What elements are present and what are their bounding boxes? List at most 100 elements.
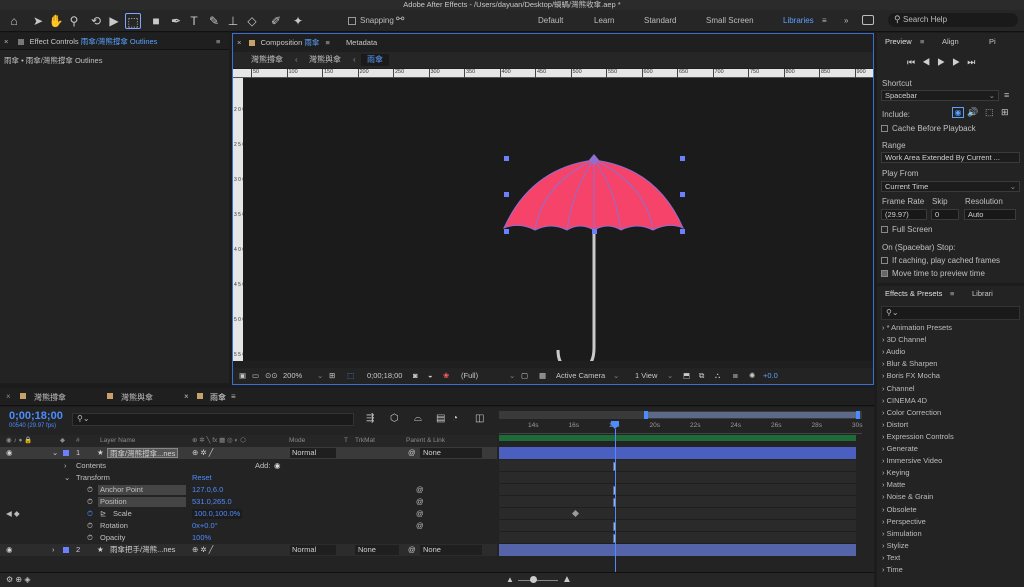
region-of-interest-icon[interactable]: ⬚ — [347, 368, 354, 384]
video-camera-icon[interactable]: ▶ — [106, 13, 122, 29]
effect-category-item[interactable]: › Stylize — [882, 541, 909, 550]
parent-select[interactable]: None — [420, 545, 482, 555]
next-frame-icon[interactable]: ▶ — [952, 57, 967, 67]
full-screen-checkbox[interactable] — [881, 226, 888, 234]
camera-snapshot-icon[interactable]: ◙ — [413, 368, 418, 384]
panel-menu-icon[interactable]: ≡ — [231, 392, 236, 401]
fast-previews-icon[interactable]: ▢ — [521, 368, 528, 384]
effect-category-item[interactable]: › Audio — [882, 347, 905, 356]
expression-pick-whip-icon[interactable]: @ — [416, 484, 424, 496]
brush-tool-icon[interactable]: ✎ — [206, 13, 222, 29]
draft-3d-icon[interactable]: ⬡ — [390, 413, 399, 424]
property-value[interactable]: 127.0,6.0 — [192, 484, 223, 496]
property-value[interactable]: 0x+0.0° — [192, 520, 218, 532]
hand-tool-icon[interactable]: ✋ — [48, 13, 64, 29]
rectangle-tool-icon[interactable]: ■ — [148, 13, 164, 29]
zoom-slider[interactable] — [518, 580, 558, 581]
puppet-pin-icon[interactable]: ✦ — [290, 13, 306, 29]
resolution-select[interactable]: Auto — [964, 209, 1016, 220]
panel-menu-icon[interactable]: ≡ — [325, 38, 329, 47]
type-tool-icon[interactable]: T — [186, 13, 202, 29]
graph-editor-icon[interactable]: ◫ — [475, 413, 484, 424]
always-preview-icon[interactable]: ▣ — [239, 368, 246, 384]
play-from-select[interactable]: Current Time ⌄ — [881, 181, 1020, 192]
layer-name[interactable]: 雨傘把手/灣熊...nes — [110, 544, 175, 556]
shy-layers-icon[interactable]: ⌓ — [414, 413, 422, 424]
home-icon[interactable]: ⌂ — [6, 13, 22, 29]
reset-exposure-icon[interactable]: ✺ — [749, 368, 755, 384]
metadata-tab[interactable]: Metadata — [346, 38, 377, 47]
libraries-tab[interactable]: Librari — [972, 286, 993, 302]
timeline-tab-1[interactable]: 灣熊撐傘 — [34, 392, 66, 403]
pick-whip-icon[interactable]: @ — [408, 447, 416, 459]
vr-glasses-icon[interactable]: ⊙⊙ — [265, 368, 278, 384]
trkmat-select[interactable]: None — [355, 545, 399, 555]
effect-category-item[interactable]: › Obsolete — [882, 505, 917, 514]
view-layout-select[interactable]: 1 View — [635, 368, 657, 384]
include-audio-icon[interactable]: 🔊 — [967, 107, 978, 118]
effect-category-item[interactable]: › Matte — [882, 480, 905, 489]
effect-category-item[interactable]: › Expression Controls — [882, 432, 954, 441]
previous-frame-icon[interactable]: ◀ — [922, 57, 937, 67]
selection-tool-icon[interactable]: ➤ — [30, 13, 46, 29]
skip-select[interactable]: 0 — [931, 209, 959, 220]
stopwatch-icon[interactable]: ⏱ — [87, 496, 93, 508]
resolution-select[interactable]: (Full) — [461, 368, 478, 384]
composition-viewer[interactable] — [243, 78, 873, 372]
property-row-scale[interactable]: ◀ ◆ ⏱ ⊵ Scale 100.0,100.0% @ — [0, 508, 497, 520]
shortcut-select[interactable]: Spacebar ⌄ — [881, 90, 999, 101]
effect-category-item[interactable]: › Immersive Video — [882, 456, 942, 465]
color-channels-icon[interactable]: ❀ — [443, 368, 449, 384]
effect-category-item[interactable]: › Boris FX Mocha — [882, 371, 940, 380]
3d-renderer-icon[interactable]: ⧈ — [733, 368, 738, 384]
mode-select[interactable]: Normal — [290, 448, 336, 458]
exposure-value[interactable]: +0.0 — [763, 368, 778, 384]
effect-category-item[interactable]: › Keying — [882, 468, 910, 477]
show-snapshot-icon[interactable]: ◒ — [428, 368, 433, 384]
panel-menu-icon[interactable]: ≡ — [950, 286, 954, 302]
layer-switches-icons[interactable]: ⊕ ✲ ╱ — [192, 447, 213, 459]
include-video-icon[interactable]: ◉ — [952, 107, 964, 118]
effects-presets-tab[interactable]: Effects & Presets — [885, 286, 942, 302]
time-ruler[interactable]: 14s16s18s20s22s24s26s28s30s — [499, 420, 862, 434]
property-row-rotation[interactable]: ⏱ Rotation 0x+0.0° @ — [0, 520, 497, 532]
visibility-eye-icon[interactable]: ◉ — [6, 447, 13, 459]
flowchart-icon[interactable]: ⛬ — [715, 368, 720, 384]
layer-duration-bar[interactable] — [499, 447, 856, 459]
breadcrumb-item-3[interactable]: 雨傘 — [361, 54, 389, 66]
workspace-libraries[interactable]: Libraries — [783, 10, 814, 32]
mode-select[interactable]: Normal — [290, 545, 336, 555]
property-row-position[interactable]: ⏱ Position 531.0,265.0 @ — [0, 496, 497, 508]
property-row-opacity[interactable]: ⏱ Opacity 100% — [0, 532, 497, 544]
if-caching-checkbox[interactable] — [881, 257, 888, 265]
close-icon[interactable]: × — [184, 392, 189, 401]
preview-tab[interactable]: Preview — [885, 33, 912, 51]
layer-search-input[interactable]: ⚲⌄ — [72, 413, 354, 426]
effect-category-item[interactable]: › Perspective — [882, 517, 926, 526]
panel-menu-icon[interactable]: ≡ — [920, 33, 924, 51]
snap-options-icon[interactable]: ⚯ — [396, 14, 404, 25]
paragraph-tab[interactable]: Pi — [989, 33, 996, 51]
include-overlay-icon[interactable]: ⬚ — [985, 107, 994, 118]
keyframe-nav-icon[interactable]: ◀ ◆ — [6, 508, 20, 520]
work-area-bar[interactable] — [499, 411, 862, 419]
transparency-grid-icon[interactable]: ▦ — [539, 368, 546, 384]
breadcrumb-item-1[interactable]: 灣熊撐傘 — [251, 52, 283, 68]
effects-search-input[interactable]: ⚲⌄ — [881, 306, 1020, 320]
effect-category-item[interactable]: › Distort — [882, 420, 908, 429]
timeline-icon[interactable]: ⧉ — [699, 368, 704, 384]
layer-switches-icons[interactable]: ⊕ ✲ ╱ — [192, 544, 213, 556]
close-icon[interactable]: × — [4, 37, 8, 46]
snapping-checkbox[interactable] — [348, 17, 356, 25]
motion-blur-icon[interactable]: ◔ — [452, 413, 458, 424]
zoom-tool-icon[interactable]: ⚲ — [66, 13, 82, 29]
property-value[interactable]: 531.0,265.0 — [192, 496, 232, 508]
work-area-range[interactable] — [646, 412, 858, 418]
effect-category-item[interactable]: › Generate — [882, 444, 918, 453]
link-constrain-icon[interactable]: ⊵ — [100, 508, 106, 520]
pan-behind-tool-icon[interactable]: ⬚ — [125, 13, 141, 29]
layer-duration-bar[interactable] — [499, 544, 856, 556]
if-caching-option[interactable]: If caching, play cached frames — [881, 256, 1000, 265]
effect-category-item[interactable]: › CINEMA 4D — [882, 396, 927, 405]
contents-group[interactable]: › Contents Add: ◉ — [0, 460, 497, 472]
